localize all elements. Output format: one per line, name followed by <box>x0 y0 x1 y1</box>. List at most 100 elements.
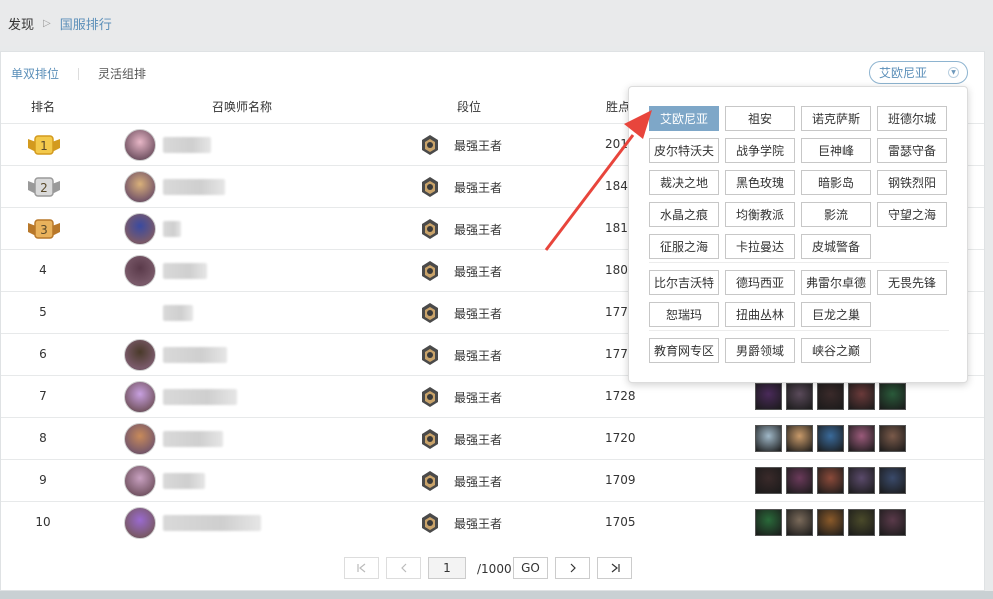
avatar[interactable] <box>124 465 156 497</box>
summoner-name-blurred[interactable] <box>163 473 205 489</box>
champion-icons <box>755 467 906 494</box>
server-option[interactable]: 暗影岛 <box>801 170 871 195</box>
server-option[interactable]: 影流 <box>801 202 871 227</box>
tab-solo-duo[interactable]: 单双排位 <box>11 65 59 82</box>
chevron-down-icon: ▼ <box>948 67 959 78</box>
champion-icon[interactable] <box>848 383 875 410</box>
champion-icon[interactable] <box>755 425 782 452</box>
group-divider <box>649 262 949 263</box>
summoner-name-blurred[interactable] <box>163 137 211 153</box>
server-option[interactable]: 祖安 <box>725 106 795 131</box>
champion-icon[interactable] <box>786 425 813 452</box>
champion-icon[interactable] <box>755 383 782 410</box>
champion-icon[interactable] <box>817 467 844 494</box>
column-header-name: 召唤师名称 <box>211 100 273 114</box>
champion-icon[interactable] <box>879 509 906 536</box>
champion-icon[interactable] <box>848 425 875 452</box>
champion-icon[interactable] <box>755 509 782 536</box>
server-option[interactable]: 男爵领域 <box>725 338 795 363</box>
champion-icon[interactable] <box>817 383 844 410</box>
champion-icon[interactable] <box>879 467 906 494</box>
table-row[interactable]: 9 最强王者 1709 <box>1 459 984 501</box>
avatar[interactable] <box>124 255 156 287</box>
server-option[interactable]: 诺克萨斯 <box>801 106 871 131</box>
server-option[interactable]: 恕瑞玛 <box>649 302 719 327</box>
avatar[interactable] <box>124 213 156 245</box>
avatar[interactable] <box>124 129 156 161</box>
champion-icon[interactable] <box>848 509 875 536</box>
table-row[interactable]: 8 最强王者 1720 <box>1 417 984 459</box>
server-option[interactable]: 皮尔特沃夫 <box>649 138 719 163</box>
next-page-button[interactable] <box>555 557 590 579</box>
champion-icons <box>755 425 906 452</box>
server-option[interactable]: 战争学院 <box>725 138 795 163</box>
server-option[interactable]: 黑色玫瑰 <box>725 170 795 195</box>
rank-number: 10 <box>35 515 51 529</box>
summoner-name-blurred[interactable] <box>163 221 181 237</box>
go-button[interactable]: GO <box>513 557 548 579</box>
server-option[interactable]: 裁决之地 <box>649 170 719 195</box>
avatar[interactable] <box>124 297 156 329</box>
avatar[interactable] <box>124 423 156 455</box>
server-option[interactable]: 艾欧尼亚 <box>649 106 719 131</box>
summoner-name-blurred[interactable] <box>163 179 225 195</box>
avatar[interactable] <box>124 171 156 203</box>
summoner-name-blurred[interactable] <box>163 263 207 279</box>
table-row[interactable]: 10 最强王者 1705 <box>1 501 984 543</box>
server-option[interactable]: 征服之海 <box>649 234 719 259</box>
summoner-name-blurred[interactable] <box>163 515 261 531</box>
last-page-icon <box>611 563 620 573</box>
server-option[interactable]: 巨龙之巢 <box>801 302 871 327</box>
server-select[interactable]: 艾欧尼亚 ▼ <box>869 61 968 84</box>
summoner-name-blurred[interactable] <box>163 431 223 447</box>
tier-label: 最强王者 <box>454 265 503 279</box>
champion-icon[interactable] <box>786 509 813 536</box>
server-option[interactable]: 卡拉曼达 <box>725 234 795 259</box>
champion-icon[interactable] <box>879 383 906 410</box>
server-option[interactable]: 扭曲丛林 <box>725 302 795 327</box>
challenger-tier-icon <box>422 513 438 533</box>
prev-page-button[interactable] <box>386 557 421 579</box>
chevron-right-icon <box>570 563 576 573</box>
server-option[interactable]: 均衡教派 <box>725 202 795 227</box>
breadcrumb-root[interactable]: 发现 <box>8 14 34 33</box>
tier-label: 最强王者 <box>454 349 503 363</box>
server-option[interactable]: 无畏先锋 <box>877 270 947 295</box>
champion-icon[interactable] <box>755 467 782 494</box>
tab-flex[interactable]: 灵活组排 <box>98 65 146 82</box>
server-option[interactable]: 班德尔城 <box>877 106 947 131</box>
server-option[interactable]: 钢铁烈阳 <box>877 170 947 195</box>
first-page-button[interactable] <box>344 557 379 579</box>
avatar[interactable] <box>124 507 156 539</box>
gold-medal-icon: 1 <box>28 135 60 155</box>
server-option[interactable]: 比尔吉沃特 <box>649 270 719 295</box>
points-value: 1728 <box>605 389 636 403</box>
page-input[interactable]: 1 <box>428 557 466 579</box>
server-option[interactable]: 德玛西亚 <box>725 270 795 295</box>
server-option[interactable]: 峡谷之巅 <box>801 338 871 363</box>
server-option[interactable]: 守望之海 <box>877 202 947 227</box>
summoner-name-blurred[interactable] <box>163 389 237 405</box>
server-option[interactable]: 皮城警备 <box>801 234 871 259</box>
server-option[interactable]: 雷瑟守备 <box>877 138 947 163</box>
tier-label: 最强王者 <box>454 475 503 489</box>
server-option[interactable]: 教育网专区 <box>649 338 719 363</box>
champion-icon[interactable] <box>879 425 906 452</box>
champion-icon[interactable] <box>786 383 813 410</box>
summoner-name-blurred[interactable] <box>163 305 193 321</box>
avatar[interactable] <box>124 381 156 413</box>
avatar[interactable] <box>124 339 156 371</box>
champion-icon[interactable] <box>817 509 844 536</box>
breadcrumb-separator-icon: ▷ <box>43 17 51 29</box>
summoner-name-blurred[interactable] <box>163 347 227 363</box>
champion-icons <box>755 383 906 410</box>
tier-label: 最强王者 <box>454 181 503 195</box>
champion-icon[interactable] <box>817 425 844 452</box>
champion-icon[interactable] <box>848 467 875 494</box>
champion-icon[interactable] <box>786 467 813 494</box>
server-option[interactable]: 弗雷尔卓德 <box>801 270 871 295</box>
breadcrumb-current[interactable]: 国服排行 <box>60 14 112 33</box>
server-option[interactable]: 水晶之痕 <box>649 202 719 227</box>
server-option[interactable]: 巨神峰 <box>801 138 871 163</box>
last-page-button[interactable] <box>597 557 632 579</box>
